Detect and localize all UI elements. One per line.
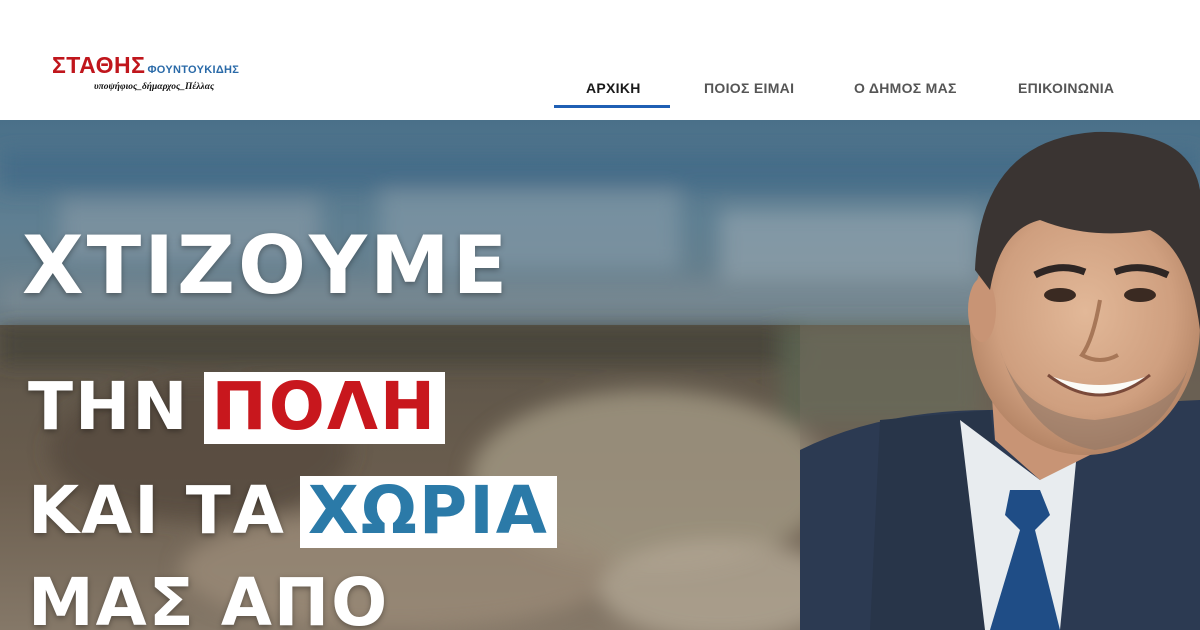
main-nav: ΑΡΧΙΚΗ ΠΟΙΟΣ ΕΙΜΑΙ Ο ΔΗΜΟΣ ΜΑΣ ΕΠΙΚΟΙΝΩΝ…	[0, 0, 1200, 120]
site-header: ΣΤΑΘΗΣ ΦΟΥΝΤΟΥΚΙΔΗΣ υποψήφιος_δήμαρχος_Πέ…	[0, 0, 1200, 120]
nav-item-contact[interactable]: ΕΠΙΚΟΙΝΩΝΙΑ	[1018, 80, 1114, 96]
hero-line2-prefix: ΤΗΝ	[28, 368, 190, 445]
hero-line3-prefix: ΚΑΙ ΤΑ	[28, 472, 286, 549]
hero-headline-line3: ΚΑΙ ΤΑ ΧΩΡΙΑ	[28, 476, 557, 548]
hero-highlight-villages: ΧΩΡΙΑ	[299, 476, 557, 548]
nav-item-municipality[interactable]: Ο ΔΗΜΟΣ ΜΑΣ	[854, 80, 957, 96]
nav-active-indicator	[554, 105, 670, 108]
nav-item-about[interactable]: ΠΟΙΟΣ ΕΙΜΑΙ	[704, 80, 794, 96]
hero-highlight-city: ΠΟΛΗ	[203, 372, 446, 444]
nav-item-home[interactable]: ΑΡΧΙΚΗ	[586, 80, 641, 96]
hero-headline-line2: ΤΗΝ ΠΟΛΗ	[28, 372, 446, 444]
hero-banner: ΧΤΙΖΟΥΜΕ ΤΗΝ ΠΟΛΗ ΚΑΙ ΤΑ ΧΩΡΙΑ ΜΑΣ ΑΠΟ	[0, 120, 1200, 630]
hero-headline-line1: ΧΤΙΖΟΥΜΕ	[22, 219, 511, 312]
hero-headline-line4: ΜΑΣ ΑΠΟ	[28, 564, 390, 630]
